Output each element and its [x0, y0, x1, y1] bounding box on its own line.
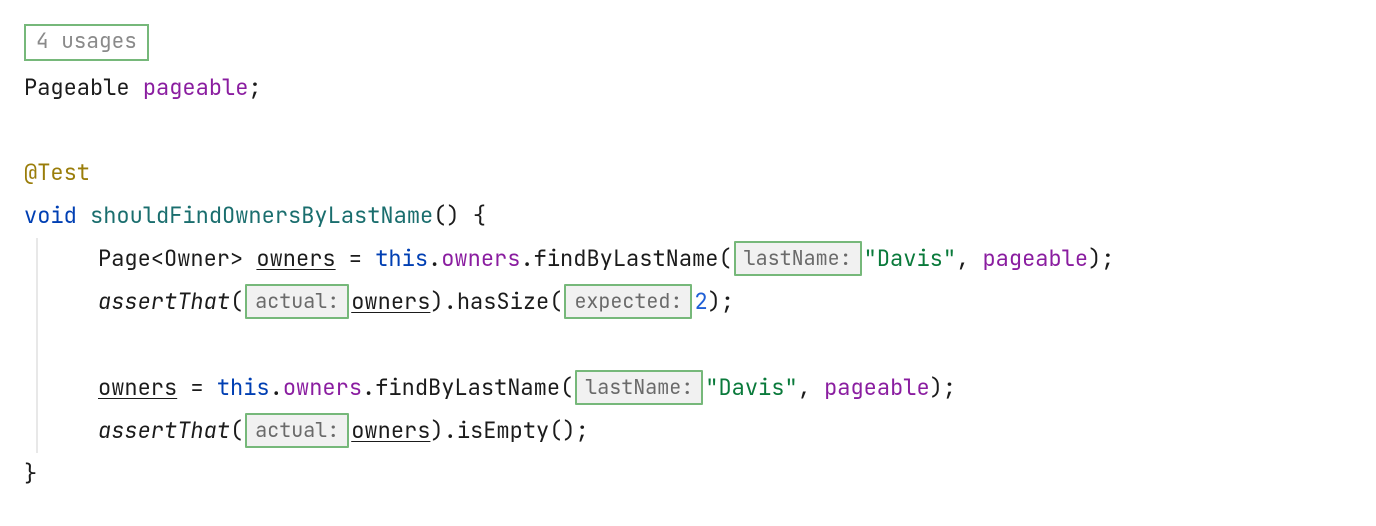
string-davis: "Davis": [864, 244, 956, 273]
open-brace: {: [460, 201, 486, 230]
field-owners: owners: [283, 373, 362, 402]
param-hint-expected[interactable]: expected:: [564, 284, 692, 319]
method-signature: void shouldFindOwnersByLastName() {: [24, 195, 1352, 238]
equals: =: [336, 244, 376, 273]
code-line-2: assertThat(actual:owners).hasSize(expect…: [98, 281, 1352, 324]
dot: .: [428, 244, 441, 273]
code-line-3: owners = this.owners.findByLastName(last…: [98, 367, 1352, 410]
keyword-this: this: [217, 373, 270, 402]
var-owners: owners: [98, 373, 177, 402]
keyword-this: this: [375, 244, 428, 273]
var-owners: owners: [256, 244, 335, 273]
code-line-1: Page<Owner> owners = this.owners.findByL…: [98, 238, 1352, 281]
parens: (): [433, 201, 459, 230]
arg-pageable: pageable: [982, 244, 1088, 273]
field-declaration: Pageable pageable;: [24, 67, 1352, 110]
open-paren: (: [230, 287, 243, 316]
usages-hint[interactable]: 4 usages: [24, 24, 149, 61]
dot: .: [520, 244, 533, 273]
var-owners: owners: [351, 287, 430, 316]
string-davis: "Davis": [705, 373, 797, 402]
open-paren: (: [718, 244, 731, 273]
dot: .: [362, 373, 375, 402]
arg-pageable: pageable: [824, 373, 930, 402]
param-hint-actual[interactable]: actual:: [245, 413, 349, 448]
close-paren: );: [708, 287, 734, 316]
close-paren: ();: [549, 416, 589, 445]
equals: =: [177, 373, 217, 402]
call-findbylastname: findByLastName: [375, 373, 560, 402]
call-assertthat: assertThat: [98, 287, 230, 316]
annotation: @Test: [24, 158, 90, 187]
method-body: Page<Owner> owners = this.owners.findByL…: [36, 238, 1352, 452]
field-owners: owners: [441, 244, 520, 273]
call-hassize: hasSize: [457, 287, 549, 316]
type-pageable: Pageable: [24, 73, 130, 102]
field-pageable: pageable: [143, 73, 249, 102]
blank-line: [24, 109, 1352, 152]
type-page-owner: Page<Owner>: [98, 244, 256, 273]
comma: ,: [956, 244, 982, 273]
open-paren: (: [560, 373, 573, 402]
semicolon: ;: [248, 73, 261, 102]
annotation-test: @Test: [24, 152, 1352, 195]
param-hint-lastname[interactable]: lastName:: [575, 370, 703, 405]
close-paren: );: [930, 373, 956, 402]
open-paren: (: [549, 287, 562, 316]
method-name: shouldFindOwnersByLastName: [90, 201, 433, 230]
open-paren: (: [230, 416, 243, 445]
code-line-4: assertThat(actual:owners).isEmpty();: [98, 410, 1352, 453]
call-findbylastname: findByLastName: [534, 244, 719, 273]
var-owners: owners: [351, 416, 430, 445]
call-isempty: isEmpty: [457, 416, 549, 445]
number-2: 2: [694, 287, 707, 316]
call-assertthat: assertThat: [98, 416, 230, 445]
keyword-void: void: [24, 201, 77, 230]
blank-line: [98, 324, 1352, 367]
close-paren: );: [1088, 244, 1114, 273]
dot: ).: [430, 287, 456, 316]
comma: ,: [798, 373, 824, 402]
dot: .: [270, 373, 283, 402]
param-hint-lastname[interactable]: lastName:: [734, 241, 862, 276]
close-brace: }: [24, 453, 1352, 496]
param-hint-actual[interactable]: actual:: [245, 284, 349, 319]
dot: ).: [430, 416, 456, 445]
